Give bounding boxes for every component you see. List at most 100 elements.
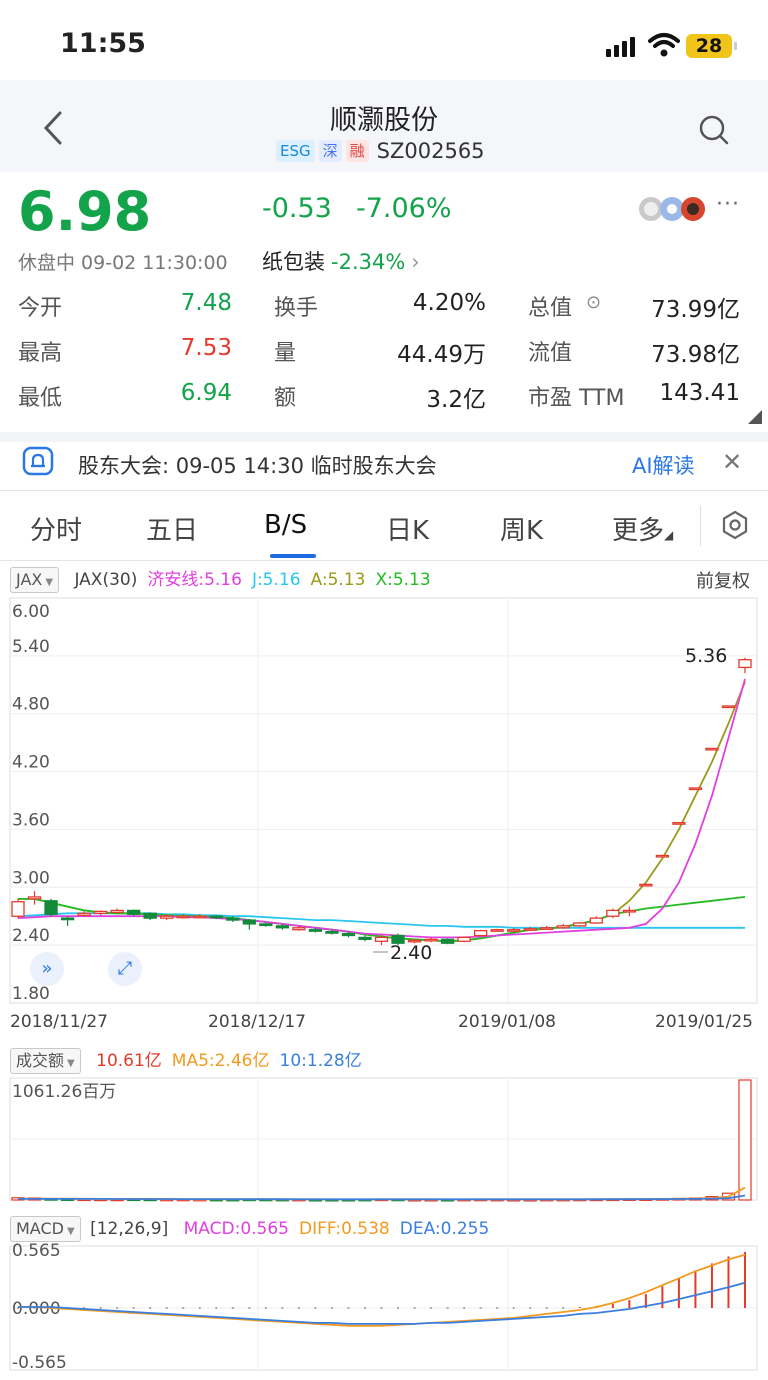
candle-body (606, 909, 620, 917)
macd-bar (347, 1307, 350, 1309)
candle-body (341, 932, 356, 937)
settings-icon[interactable] (720, 510, 750, 540)
active-tab-indicator (270, 554, 316, 558)
ai-interpret-button[interactable]: AI解读 (632, 450, 695, 480)
expand-corner-icon[interactable] (748, 410, 762, 424)
macd-bar (512, 1307, 515, 1309)
wifi-icon (648, 33, 680, 57)
tab-more-label: 更多 (612, 516, 665, 546)
low-price-label: 2.40 (390, 942, 432, 964)
candle-body (738, 659, 752, 669)
legend-item: A:5.13 (310, 570, 366, 590)
tab-intraday[interactable]: 分时 (30, 510, 82, 547)
legend-item: J:5.16 (251, 570, 301, 590)
double-chevron-icon[interactable]: » (30, 952, 64, 986)
main-legend-items: JAX(30) 济安线:5.16 J:5.16 A:5.13 X:5.13 (64, 570, 430, 590)
divider (0, 490, 768, 491)
signal-icon (606, 37, 635, 57)
y-tick-label: 3.00 (12, 868, 50, 888)
candle-body (374, 936, 389, 942)
stat-label: 换手 (274, 296, 319, 321)
search-icon[interactable] (698, 114, 730, 146)
divider (0, 432, 768, 442)
date-label: 2019/01/25 (655, 1012, 753, 1032)
stat-value: 44.49万 (397, 342, 486, 368)
price-change: -0.53 (262, 193, 332, 224)
candle-body (573, 922, 587, 927)
macd-tick-label: -0.565 (12, 1353, 67, 1373)
stock-code: SZ002565 (376, 139, 485, 163)
candle-body (308, 929, 323, 932)
status-time: 11:55 (60, 28, 146, 59)
candle-body (160, 915, 174, 919)
price-change-pct: -7.06% (356, 193, 452, 224)
more-menu-icon[interactable]: ··· (716, 192, 740, 217)
candle-body (242, 919, 256, 925)
stat-value: 73.99亿 (651, 297, 740, 323)
candle-body (457, 936, 471, 942)
stat-value: 6.94 (180, 380, 232, 406)
chart-canvas[interactable]: 6.00 5.40 4.80 4.20 3.60 3.00 2.40 1.80 5.36 2.40… (0, 595, 768, 1380)
macd-bar (149, 1307, 152, 1309)
candle-body (110, 909, 124, 914)
macd-bar (562, 1307, 565, 1309)
candle-body (705, 747, 719, 751)
battery-indicator: 28 (686, 34, 737, 58)
info-icon[interactable]: ⊙ (586, 292, 601, 313)
macd-bar (132, 1307, 135, 1309)
macd-bar (231, 1307, 234, 1309)
candle-body (325, 930, 339, 934)
expand-icon[interactable]: ⤢ (108, 952, 142, 986)
indicator-dropdown[interactable]: JAX ▼ (10, 567, 60, 593)
candle-body (672, 822, 686, 825)
caret-down-icon: ▼ (45, 577, 54, 588)
candle-body (143, 912, 157, 919)
notice-bell-icon (22, 446, 54, 476)
candle-body (639, 883, 653, 887)
tab-daily-k[interactable]: 日K (386, 510, 429, 547)
macd-bar (99, 1307, 102, 1309)
tab-weekly-k[interactable]: 周K (500, 510, 543, 547)
macd-bar (529, 1307, 532, 1309)
candle-body (507, 929, 521, 932)
legend-item: JAX(30) (74, 570, 138, 590)
candle-body (127, 909, 141, 915)
candle-body (209, 915, 223, 919)
series-line-a (18, 681, 746, 943)
candle-body (490, 929, 504, 932)
notice-text[interactable]: 股东大会: 09-05 14:30 临时股东大会 (78, 450, 437, 480)
main-chart-frame (9, 597, 758, 1004)
candle-body (275, 925, 290, 929)
candle-body (226, 917, 240, 921)
user-avatars-icon[interactable] (638, 196, 708, 222)
legend-item: 济安线:5.16 (147, 570, 242, 590)
close-icon[interactable]: ✕ (722, 448, 742, 476)
exchange-tag: 深 (318, 140, 342, 162)
candle-body (176, 915, 190, 919)
macd-bar (248, 1307, 251, 1309)
macd-bar (397, 1307, 400, 1309)
page-title: 顺灏股份 (330, 105, 438, 136)
tab-more[interactable]: 更多◢ (612, 510, 673, 547)
tab-bs[interactable]: B/S (264, 510, 307, 540)
esg-tag[interactable]: ESG (276, 140, 315, 162)
sector-change: -2.34% (331, 250, 406, 274)
volume-ma-line (18, 1194, 746, 1201)
stat-value: 4.20% (412, 290, 486, 316)
date-label: 2018/12/17 (208, 1012, 306, 1032)
stat-value: 143.41 (659, 380, 740, 406)
tab-five-day[interactable]: 五日 (146, 510, 198, 547)
date-label: 2019/01/08 (458, 1012, 556, 1032)
chevron-right-icon: › (411, 250, 420, 274)
macd-bar (479, 1307, 482, 1309)
candle-body (622, 909, 636, 913)
candle-body (77, 912, 91, 916)
stat-label: 总值 (528, 296, 573, 321)
adjust-mode-button[interactable]: 前复权 (696, 567, 750, 593)
macd-bar (215, 1307, 218, 1309)
stat-value: 7.48 (180, 290, 232, 316)
caret-down-icon: ◢ (664, 528, 674, 542)
macd-bar (297, 1307, 300, 1309)
macd-bar (430, 1307, 433, 1309)
sector-link[interactable]: 纸包装 -2.34% › (262, 246, 420, 276)
